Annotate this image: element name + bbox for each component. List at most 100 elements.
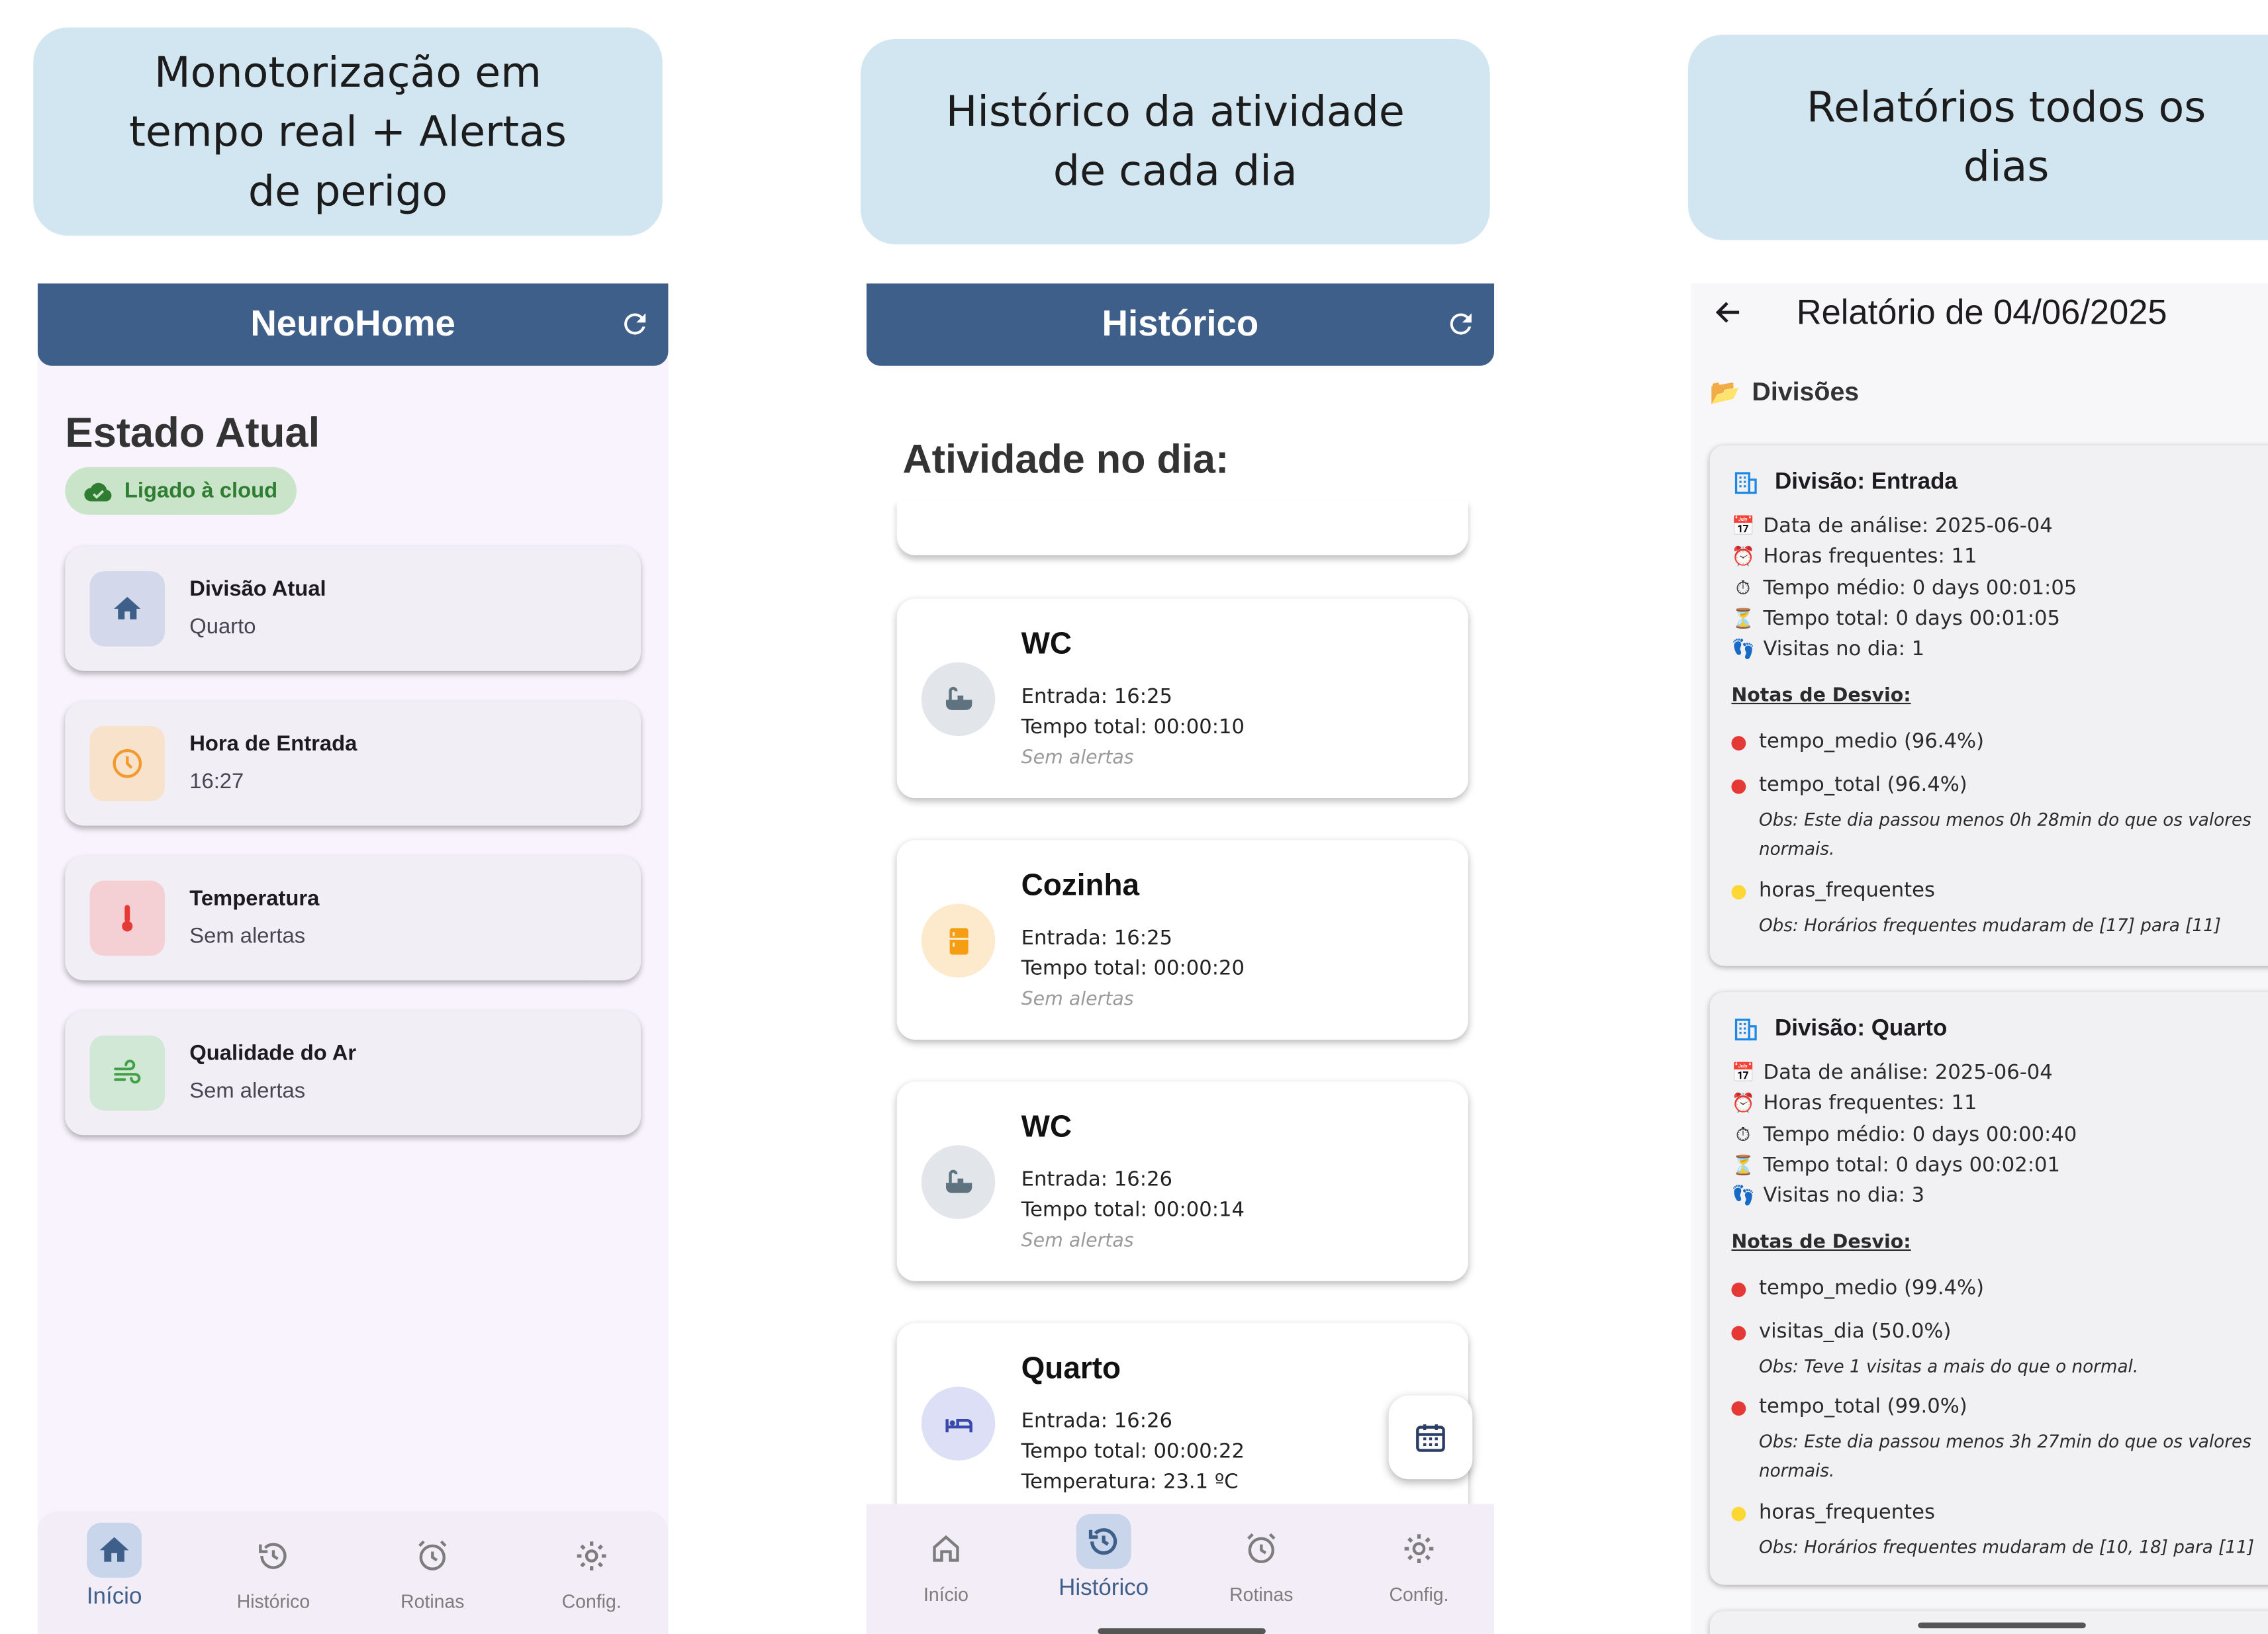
nav-label: Config. bbox=[1389, 1583, 1449, 1606]
room-icon-circle bbox=[921, 1145, 996, 1219]
note-label: tempo_total (99.0%) bbox=[1758, 1395, 1967, 1419]
note-label: horas_frequentes bbox=[1758, 1501, 1935, 1524]
nav-config[interactable]: Config. bbox=[512, 1529, 668, 1613]
folder-icon: 📂 bbox=[1709, 378, 1740, 406]
hourglass-icon: ⏳ bbox=[1731, 1154, 1755, 1177]
entry-time: Entrada: 16:25 bbox=[1021, 927, 1173, 950]
caption-history: Histórico da atividade de cada dia bbox=[861, 38, 1490, 245]
card-value: 16:27 bbox=[189, 769, 244, 794]
nav-config[interactable]: Config. bbox=[1339, 1521, 1494, 1606]
bottom-nav: Início Histórico Rotinas Config. bbox=[37, 1511, 669, 1634]
entry-time-card[interactable]: Hora de Entrada 16:27 bbox=[65, 701, 641, 826]
alert-status: Sem alertas bbox=[1021, 747, 1134, 770]
calendar-fab[interactable] bbox=[1388, 1395, 1473, 1480]
nav-rotinas[interactable]: Rotinas bbox=[353, 1529, 512, 1613]
bathtub-icon bbox=[945, 686, 972, 709]
thermometer-icon bbox=[122, 905, 133, 932]
nav-inicio[interactable]: Início bbox=[38, 1522, 194, 1611]
card-title: Temperatura bbox=[189, 886, 320, 911]
alarm-icon bbox=[418, 1540, 447, 1570]
alarm-clock-icon: ⏰ bbox=[1731, 1092, 1755, 1114]
calendar-icon: 📅 bbox=[1731, 1062, 1755, 1084]
entry-time: Entrada: 16:25 bbox=[1021, 685, 1173, 709]
refresh-icon[interactable] bbox=[1445, 308, 1477, 340]
stat-line: 👣 Visitas no dia: 1 bbox=[1731, 638, 1924, 661]
calendar-icon bbox=[1416, 1424, 1445, 1452]
room-icon-circle bbox=[921, 662, 996, 737]
home-indicator bbox=[1918, 1622, 2086, 1629]
nav-label: Rotinas bbox=[401, 1590, 465, 1613]
nav-label: Config. bbox=[561, 1590, 622, 1613]
notes-label: Notas de Desvio: bbox=[1731, 1232, 1911, 1254]
stat-line: 📅 Data de análise: 2025-06-04 bbox=[1731, 1062, 2052, 1085]
yellow-dot-icon bbox=[1731, 885, 1746, 900]
temperature-card[interactable]: Temperatura Sem alertas bbox=[65, 856, 641, 981]
note-obs: Obs: Teve 1 visitas a mais do que o norm… bbox=[1758, 1356, 2139, 1377]
home-screen: NeuroHome Estado Atual Ligado à cloud Di… bbox=[37, 283, 669, 1634]
home-outline-icon bbox=[933, 1535, 959, 1562]
nav-rotinas[interactable]: Rotinas bbox=[1182, 1521, 1341, 1605]
stat-line: ⏱ Tempo médio: 0 days 00:00:40 bbox=[1731, 1124, 2077, 1147]
nav-label: Início bbox=[86, 1584, 142, 1610]
section-label: Divisões bbox=[1752, 377, 1860, 406]
bed-icon bbox=[945, 1418, 972, 1432]
alarm-clock-icon: ⏰ bbox=[1731, 545, 1755, 568]
cloud-status-label: Ligado à cloud bbox=[124, 478, 278, 504]
temperature: Temperatura: 23.1 ºC bbox=[1021, 1471, 1239, 1494]
clipped-card bbox=[896, 500, 1468, 556]
fridge-icon bbox=[949, 927, 968, 954]
note-label: tempo_medio (99.4%) bbox=[1758, 1277, 1985, 1300]
history-entry-card[interactable]: WC Entrada: 16:26 Tempo total: 00:00:14 … bbox=[896, 1081, 1468, 1281]
note-obs: Obs: Horários frequentes mudaram de [17]… bbox=[1758, 915, 2221, 936]
hourglass-icon: ⏳ bbox=[1731, 608, 1755, 630]
card-title: Hora de Entrada bbox=[189, 731, 357, 756]
note-label: tempo_medio (96.4%) bbox=[1758, 730, 1985, 754]
alarm-icon bbox=[1247, 1533, 1276, 1563]
nav-historico[interactable]: Histórico bbox=[194, 1529, 353, 1612]
red-dot-icon bbox=[1731, 779, 1746, 794]
stat-text: Horas frequentes: 11 bbox=[1763, 1091, 1977, 1115]
nav-historico[interactable]: Histórico bbox=[1024, 1514, 1183, 1602]
app-title: NeuroHome bbox=[250, 303, 455, 345]
division-name: Divisão: Quarto bbox=[1774, 1017, 1948, 1042]
stat-text: Horas frequentes: 11 bbox=[1763, 545, 1977, 568]
room-name: WC bbox=[1021, 1111, 1072, 1144]
nav-inicio[interactable]: Início bbox=[867, 1521, 1025, 1605]
division-header: Divisão: Quarto bbox=[1731, 1017, 1947, 1042]
card-value: Quarto bbox=[189, 614, 256, 639]
stat-line: ⏱ Tempo médio: 0 days 00:01:05 bbox=[1731, 577, 2077, 600]
note-obs: Obs: Este dia passou menos 0h 28min do q… bbox=[1758, 809, 2251, 859]
cloud-status-badge: Ligado à cloud bbox=[65, 467, 297, 515]
app-bar: NeuroHome bbox=[37, 283, 669, 366]
gear-icon bbox=[577, 1541, 606, 1570]
stat-line: ⏰ Horas frequentes: 11 bbox=[1731, 1092, 1977, 1115]
card-value: Sem alertas bbox=[189, 924, 306, 949]
red-dot-icon bbox=[1731, 1401, 1746, 1416]
stat-line: 👣 Visitas no dia: 3 bbox=[1731, 1185, 1924, 1208]
current-room-card[interactable]: Divisão Atual Quarto bbox=[65, 546, 641, 671]
home-icon bbox=[99, 1537, 129, 1562]
clock-icon bbox=[113, 749, 142, 778]
back-arrow-icon[interactable] bbox=[1713, 296, 1744, 328]
building-icon bbox=[1734, 1019, 1757, 1041]
footprints-icon: 👣 bbox=[1731, 638, 1755, 660]
room-name: WC bbox=[1021, 627, 1072, 661]
room-icon-circle bbox=[921, 1386, 996, 1461]
report-screen: Relatório de 04/06/2025 📂 Divisões Divis… bbox=[1691, 283, 2268, 1634]
clock-icon-box bbox=[89, 725, 165, 801]
footprints-icon: 👣 bbox=[1731, 1185, 1755, 1207]
note-label: horas_frequentes bbox=[1758, 879, 1935, 903]
refresh-icon[interactable] bbox=[619, 308, 651, 340]
red-dot-icon bbox=[1731, 1326, 1746, 1341]
history-entry-card[interactable]: WC Entrada: 16:25 Tempo total: 00:00:10 … bbox=[896, 598, 1468, 799]
red-dot-icon bbox=[1731, 736, 1746, 751]
alert-status: Sem alertas bbox=[1021, 989, 1134, 1011]
section-header: 📂 Divisões bbox=[1710, 377, 1860, 408]
total-time: Tempo total: 00:00:22 bbox=[1021, 1440, 1245, 1464]
stopwatch-icon: ⏱ bbox=[1735, 577, 1750, 600]
yellow-dot-icon bbox=[1731, 1506, 1746, 1521]
stat-text: Tempo total: 0 days 00:02:01 bbox=[1763, 1154, 2060, 1177]
card-value: Sem alertas bbox=[189, 1079, 306, 1104]
air-quality-card[interactable]: Qualidade do Ar Sem alertas bbox=[65, 1011, 641, 1136]
history-entry-card[interactable]: Cozinha Entrada: 16:25 Tempo total: 00:0… bbox=[896, 840, 1468, 1040]
